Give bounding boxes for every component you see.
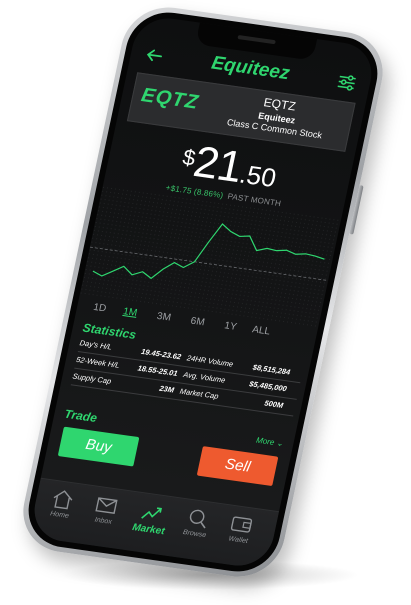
stat-label: Avg. Volume <box>182 369 227 385</box>
phone-device: Equiteez EQTZ EQTZ Equiteez Class C Comm… <box>15 1 391 583</box>
tab-label-wallet: Wallet <box>227 535 249 545</box>
more-link[interactable]: More ⌄ <box>255 436 284 449</box>
filter-button[interactable] <box>333 70 359 95</box>
range-button-all[interactable]: ALL <box>251 324 271 337</box>
tab-label-browse: Browse <box>182 529 207 540</box>
stat-label: Market Cap <box>178 386 220 401</box>
ticker-info: EQTZ Equiteez Class C Common Stock <box>207 88 348 143</box>
ticker-logo: EQTZ <box>139 84 201 114</box>
chart-trend-icon <box>141 507 162 519</box>
phone-screen: Equiteez EQTZ EQTZ Equiteez Class C Comm… <box>28 14 378 570</box>
range-button-1d[interactable]: 1D <box>92 302 107 315</box>
stat-label: Supply Cap <box>71 371 113 386</box>
app: Equiteez EQTZ EQTZ Equiteez Class C Comm… <box>28 14 377 570</box>
range-button-6m[interactable]: 6M <box>190 316 206 329</box>
buy-button[interactable]: Buy <box>57 426 140 467</box>
stage: Equiteez EQTZ EQTZ Equiteez Class C Comm… <box>0 0 411 605</box>
stat-value: 19.45-23.62 <box>140 346 182 362</box>
tab-wallet[interactable]: Wallet <box>216 510 266 546</box>
tab-label-market: Market <box>131 521 166 538</box>
stat-value: $8,515,284 <box>252 362 292 377</box>
trade-title: Trade <box>63 406 99 425</box>
range-button-1y[interactable]: 1Y <box>223 320 237 332</box>
tab-home[interactable]: Home <box>37 485 87 521</box>
wallet-icon <box>230 516 253 533</box>
sell-button[interactable]: Sell <box>196 446 279 487</box>
stat-label: Day's H/L <box>78 338 113 352</box>
search-icon <box>189 509 206 529</box>
tab-inbox[interactable]: Inbox <box>81 491 131 527</box>
price-fraction: .50 <box>236 158 280 194</box>
tab-label-home: Home <box>49 510 70 520</box>
tab-browse[interactable]: Browse <box>172 504 222 540</box>
stat-label: 52-Week H/L <box>75 354 121 370</box>
mail-icon <box>95 497 118 514</box>
tab-market[interactable]: Market <box>125 498 176 538</box>
speaker-grille <box>237 35 276 45</box>
range-button-3m[interactable]: 3M <box>156 311 172 324</box>
stat-label: 24HR Volume <box>186 353 234 369</box>
more-label: More <box>255 435 276 447</box>
sliders-icon <box>337 75 356 91</box>
home-icon <box>53 490 73 510</box>
tab-label-inbox: Inbox <box>93 516 113 526</box>
chevron-down-icon: ⌄ <box>275 438 285 449</box>
range-button-1m[interactable]: 1M <box>122 306 138 319</box>
